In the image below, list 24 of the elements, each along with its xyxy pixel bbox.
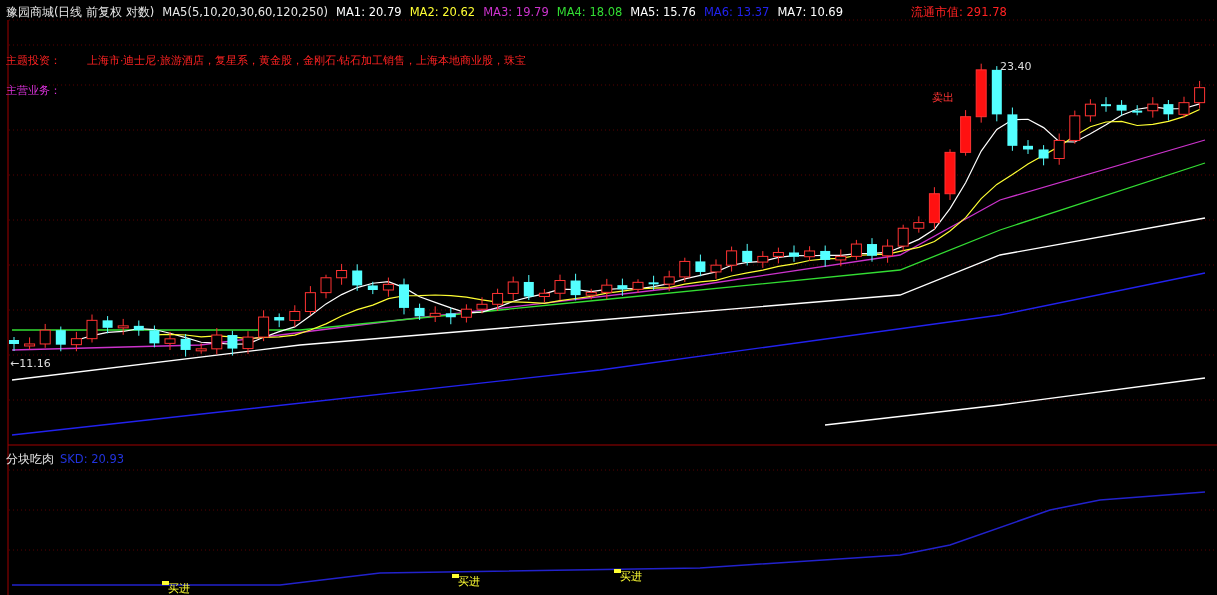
- info-label: 主营业务：: [6, 83, 61, 98]
- ma-value: MA4: 18.08: [556, 5, 623, 20]
- buy-signal-label: 买进: [168, 582, 190, 595]
- high-price-label: 23.40: [1000, 60, 1032, 73]
- ma-value: MA6: 13.37: [703, 5, 770, 20]
- ma-value: MA3: 19.79: [483, 5, 549, 20]
- signal-marker-icon: [452, 574, 459, 578]
- low-price-label: ←11.16: [10, 357, 51, 370]
- chart-title: 豫园商城(日线 前复权 对数): [6, 5, 155, 20]
- ma-value: MA7: 10.69: [777, 5, 843, 20]
- indicator-reading: SKD: 20.93: [60, 452, 125, 467]
- signal-marker-icon: [614, 569, 621, 573]
- sell-signal-label: 卖出: [932, 91, 954, 104]
- buy-signal-label: 买进: [458, 575, 480, 588]
- signal-marker-icon: [162, 581, 169, 585]
- buy-signal-label: 买进: [620, 570, 642, 583]
- market-cap-label: 流通市值: 291.78: [911, 5, 1007, 20]
- info-value: 上海市·迪士尼·旅游酒店，复星系，黄金股，金刚石·钻石加工销售，上海本地商业股，珠宝: [87, 53, 527, 68]
- indicator-title: 分块吃肉: [6, 452, 54, 467]
- indicator-name: MA5(5,10,20,30,60,120,250): [162, 5, 329, 20]
- info-label: 主题投资：: [6, 53, 61, 68]
- ma-value: MA1: 20.79: [336, 5, 402, 20]
- ma-value: MA5: 15.76: [630, 5, 696, 20]
- ma-value: MA2: 20.62: [409, 5, 476, 20]
